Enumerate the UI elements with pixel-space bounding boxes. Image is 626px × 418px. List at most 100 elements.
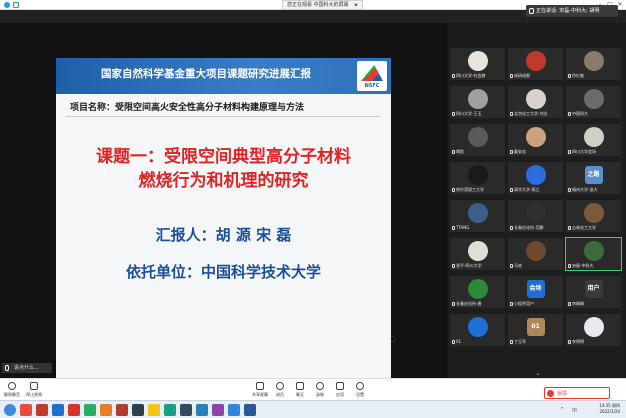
tray-arrow-icon[interactable]: ^: [560, 407, 564, 413]
participant-name: 01: [452, 339, 461, 344]
participant-tile[interactable]: 张平-四川大学: [450, 238, 505, 270]
feedback-label: 反馈: [557, 391, 568, 397]
participant-tile[interactable]: 马欢: [508, 238, 563, 270]
app-icon-11[interactable]: [180, 404, 192, 416]
screen-share-banner: 您正在观看 中国科大的屏幕 ▪: [282, 0, 363, 10]
participant-video: [583, 316, 604, 337]
participant-name-text: 长春应化所-唐: [456, 301, 482, 306]
app-icon-10[interactable]: [164, 404, 176, 416]
participant-tile[interactable]: 长春应化所-唐: [450, 276, 505, 308]
participant-name-text: 哈尔滨理工大学: [456, 187, 484, 192]
pdf-icon[interactable]: [68, 404, 80, 416]
apps-button[interactable]: 应用: [330, 382, 350, 398]
participant-name-text: 丁玉军: [514, 339, 526, 344]
system-clock[interactable]: 14:35 周四 2022/1/20: [590, 403, 620, 415]
meeting-app-icon[interactable]: [228, 404, 240, 416]
app-icon-6[interactable]: [100, 404, 112, 416]
mic-icon: [452, 188, 455, 192]
participant-name: 小程序用户: [510, 301, 534, 306]
mic-icon: [568, 340, 571, 344]
mic-icon: [452, 74, 455, 78]
record-icon: [316, 382, 324, 390]
members-label: 成员: [276, 392, 284, 397]
info-icon[interactable]: [4, 2, 10, 8]
participant-name-text: 成研成都: [514, 73, 530, 78]
scroll-down-icon[interactable]: ⌄: [535, 371, 541, 377]
chat-input-tag[interactable]: 说点什么...: [2, 363, 52, 373]
settings-label: 设置: [356, 392, 364, 397]
participant-tile[interactable]: 01: [450, 314, 505, 346]
logo-text: NSFC: [364, 83, 380, 89]
participant-video: [467, 202, 488, 223]
participant-tile[interactable]: 四川大学-杜会旗: [450, 48, 505, 80]
app-icon-3[interactable]: [52, 404, 64, 416]
participant-tile[interactable]: 李明明: [566, 314, 621, 346]
chat-button[interactable]: 聊天: [290, 382, 310, 398]
reporter-line: 汇报人：胡 源 宋 磊: [155, 226, 292, 244]
participant-tile[interactable]: 清华大学-燕之: [508, 162, 563, 194]
participant-name-text: 四川大学-王玉: [456, 111, 482, 116]
mic-icon: [510, 264, 513, 268]
participant-video: [467, 126, 488, 147]
leave-meeting-area[interactable]: 反馈: [544, 387, 610, 399]
participant-tile[interactable]: 01 丁玉军: [508, 314, 563, 346]
participant-tile[interactable]: 哈尔滨理工大学: [450, 162, 505, 194]
participant-tile[interactable]: 中国科大: [566, 86, 621, 118]
participant-video: [525, 240, 546, 261]
chrome-icon[interactable]: [148, 404, 160, 416]
participant-tile[interactable]: 四川大学-王玉: [450, 86, 505, 118]
app-icon-12[interactable]: [196, 404, 208, 416]
participant-video: [525, 202, 546, 223]
participant-tile[interactable]: 四川大学会场: [566, 124, 621, 156]
share-screen-icon: [256, 382, 264, 390]
participant-tile[interactable]: 之路 福州大学-浙大: [566, 162, 621, 194]
mic-icon: [452, 150, 455, 154]
mic-icon: [568, 74, 571, 78]
participant-name-text: 四川大学-杜会旗: [456, 73, 486, 78]
participant-tile[interactable]: 徐红敏: [566, 48, 621, 80]
participant-tile[interactable]: TTANG: [450, 200, 505, 232]
security-icon[interactable]: [13, 2, 19, 8]
app-icon-2[interactable]: [36, 404, 48, 416]
participant-name: 吉林化工大学: [568, 225, 596, 230]
record-button[interactable]: 录制: [310, 382, 330, 398]
video-button[interactable]: 停止视频: [24, 382, 44, 398]
chat-bubble-icon: [296, 382, 304, 390]
participant-avatar: 用户: [584, 279, 603, 298]
participant-tile[interactable]: 用户 李琳琳: [566, 276, 621, 308]
participant-tile[interactable]: 成研成都: [508, 48, 563, 80]
mute-label: 解除静音: [4, 392, 20, 397]
participant-tile[interactable]: 会场 小程序用户: [508, 276, 563, 308]
app-icon-1[interactable]: [20, 404, 32, 416]
mute-button[interactable]: 解除静音: [2, 382, 22, 398]
app-icon-5[interactable]: [84, 404, 96, 416]
mic-icon: [510, 226, 513, 230]
chat-input-label: 说点什么...: [14, 365, 39, 371]
settings-button[interactable]: 设置: [350, 382, 370, 398]
participant-tile[interactable]: 宋磊-中科大: [565, 237, 622, 271]
participant-video: [583, 240, 604, 261]
participant-tile[interactable]: 吉林化工大学: [566, 200, 621, 232]
participant-tile[interactable]: 北京化工大学-刘志: [508, 86, 563, 118]
participant-name: 褐脸: [452, 149, 464, 154]
word-icon[interactable]: [244, 404, 256, 416]
participant-video: [467, 278, 488, 299]
participant-name: 戴安忠: [510, 149, 526, 154]
participant-name-text: 徐红敏: [572, 73, 584, 78]
participant-video: [525, 88, 546, 109]
stop-share-icon[interactable]: ▪: [354, 2, 357, 8]
members-button[interactable]: 成员: [270, 382, 290, 398]
participant-tile[interactable]: 长春应化所-范鹏: [508, 200, 563, 232]
participant-tile[interactable]: 褐脸: [450, 124, 505, 156]
participant-name-text: 马欢: [514, 263, 522, 268]
participant-name-text: 小程序用户: [514, 301, 534, 306]
ime-indicator[interactable]: 中: [572, 407, 577, 414]
steam-icon[interactable]: [132, 404, 144, 416]
participant-tile[interactable]: 戴安忠: [508, 124, 563, 156]
start-menu-icon[interactable]: [4, 404, 16, 416]
powerpoint-icon[interactable]: [116, 404, 128, 416]
clock-date: 2022/1/20: [599, 409, 620, 414]
app-icon-13[interactable]: [212, 404, 224, 416]
share-screen-button[interactable]: 共享屏幕: [250, 382, 270, 398]
mic-icon: [568, 150, 571, 154]
